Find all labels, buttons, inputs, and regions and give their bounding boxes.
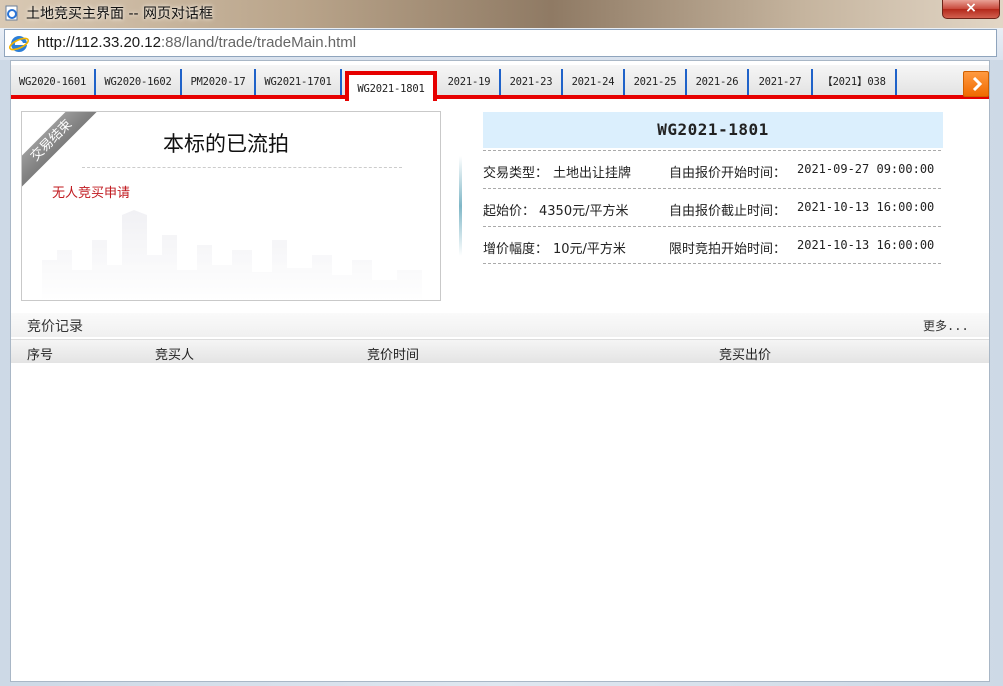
lot-number-header: WG2021-1801 [483, 112, 943, 148]
address-bar: http://112.33.20.12:88/land/trade/tradeM… [0, 28, 1003, 60]
lot-tab-bar: WG2020-1601 WG2020-1602 PM2020-17 WG2021… [11, 65, 989, 101]
tab-lot-11[interactable]: 2021-27 [749, 69, 813, 95]
trade-type-value: 土地出让挂牌 [553, 166, 632, 181]
more-link[interactable]: 更多... [923, 317, 969, 334]
quote-end-value: 2021-10-13 16:00:00 [797, 200, 935, 214]
url-host: http://112.33.20.12 [37, 34, 161, 51]
timed-auction-start-label: 限时竞拍开始时间： [669, 242, 787, 257]
url-path: :88/land/trade/tradeMain.html [161, 34, 357, 51]
bid-records-title: 竞价记录 [27, 319, 83, 335]
tab-lot-3[interactable]: PM2020-17 [182, 69, 256, 95]
panel-divider [459, 156, 462, 256]
page-frame: WG2020-1601 WG2020-1602 PM2020-17 WG2021… [0, 60, 1003, 686]
tab-lot-9[interactable]: 2021-25 [625, 69, 687, 95]
tab-lot-7[interactable]: 2021-23 [501, 69, 563, 95]
page-icon [5, 5, 18, 21]
tab-next-button[interactable] [963, 71, 989, 97]
bid-records-header: 竞价记录 更多... [11, 313, 989, 337]
start-price-value: 4350元/平方米 [539, 204, 629, 219]
close-button[interactable]: × [942, 0, 1000, 19]
column-header-index: 序号 [27, 348, 54, 363]
start-price-label: 起始价： [483, 204, 536, 219]
info-row: 起始价： 4350元/平方米 自由报价截止时间： 2021-10-13 16:0… [483, 188, 941, 226]
tab-lot-4[interactable]: WG2021-1701 [256, 69, 342, 95]
page-content: WG2020-1601 WG2020-1602 PM2020-17 WG2021… [10, 60, 990, 682]
increment-value: 10元/平方米 [553, 242, 626, 257]
info-row: 增价幅度： 10元/平方米 限时竞拍开始时间： 2021-10-13 16:00… [483, 226, 941, 264]
trade-status-card: 交易结束 本标的已流拍 无人竞买申请 [21, 111, 441, 301]
tab-lot-1[interactable]: WG2020-1601 [11, 69, 96, 95]
status-title: 本标的已流拍 [163, 132, 289, 156]
window-title: 土地竞买主界面 -- 网页对话框 [26, 6, 214, 22]
increment-label: 增价幅度： [483, 242, 549, 257]
timed-auction-start-value: 2021-10-13 16:00:00 [797, 238, 935, 252]
quote-start-label: 自由报价开始时间： [669, 166, 787, 181]
chevron-right-icon [972, 77, 983, 91]
tab-lot-12[interactable]: 【2021】038 [813, 69, 897, 95]
window-title-bar: 土地竞买主界面 -- 网页对话框 × [0, 0, 1003, 28]
tab-lot-2[interactable]: WG2020-1602 [96, 69, 182, 95]
ie-logo-icon [8, 35, 30, 52]
tab-lot-5-active[interactable]: WG2021-1801 [345, 71, 437, 101]
status-reason: 无人竞买申请 [52, 186, 131, 201]
url-field[interactable]: http://112.33.20.12:88/land/trade/tradeM… [4, 29, 997, 57]
column-header-bid-price: 竞买出价 [719, 348, 772, 363]
url-text: http://112.33.20.12:88/land/trade/tradeM… [37, 34, 356, 51]
trade-type-label: 交易类型： [483, 166, 549, 181]
tab-lot-6[interactable]: 2021-19 [439, 69, 501, 95]
tab-lot-8[interactable]: 2021-24 [563, 69, 625, 95]
bid-table-header: 序号 竞买人 竞价时间 竞买出价 [11, 339, 989, 363]
tab-lot-10[interactable]: 2021-26 [687, 69, 749, 95]
bid-table-body [11, 363, 989, 681]
quote-end-label: 自由报价截止时间： [669, 204, 787, 219]
quote-start-value: 2021-09-27 09:00:00 [797, 162, 935, 176]
column-header-bid-time: 竞价时间 [367, 348, 420, 363]
status-divider [82, 167, 402, 168]
city-skyline-image [42, 210, 422, 300]
info-row: 交易类型： 土地出让挂牌 自由报价开始时间： 2021-09-27 09:00:… [483, 150, 941, 188]
column-header-bidder: 竞买人 [155, 348, 195, 363]
